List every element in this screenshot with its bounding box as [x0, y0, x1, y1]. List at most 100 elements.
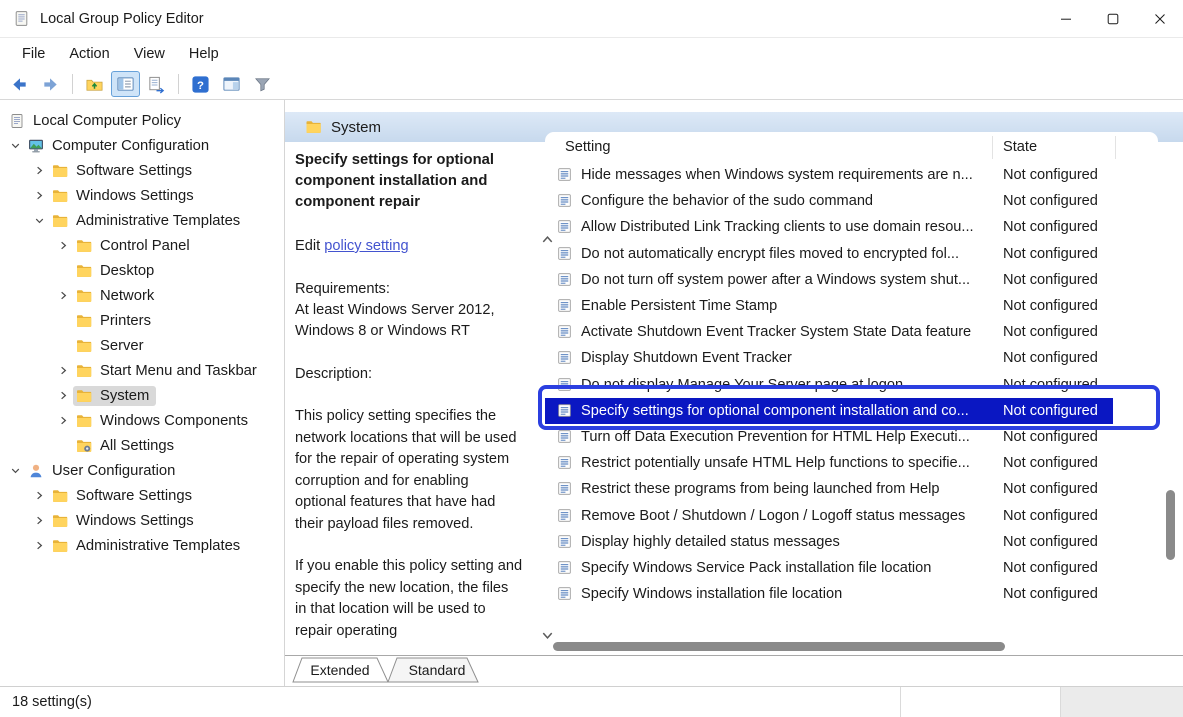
user-icon — [28, 463, 45, 479]
tree-item-system[interactable]: System — [0, 383, 284, 408]
back-button[interactable] — [5, 71, 34, 97]
tree-node[interactable]: Windows Settings — [49, 186, 201, 206]
column-divider[interactable] — [1115, 136, 1116, 159]
policy-row[interactable]: Allow Distributed Link Tracking clients … — [545, 214, 1158, 240]
tree-node[interactable]: Start Menu and Taskbar — [73, 361, 264, 381]
scroll-up-icon[interactable] — [540, 232, 555, 247]
tree-node[interactable]: Server — [73, 336, 151, 356]
tree-item-software-settings[interactable]: Software Settings — [0, 158, 284, 183]
policy-icon — [557, 508, 573, 524]
tree-node[interactable]: Desktop — [73, 261, 161, 281]
scroll-down-icon[interactable] — [540, 628, 555, 643]
chevron-expanded-icon[interactable] — [30, 213, 49, 229]
policy-row[interactable]: Hide messages when Windows system requir… — [545, 162, 1158, 188]
show-console-tree-button[interactable] — [111, 71, 140, 97]
tree-node[interactable]: Printers — [73, 311, 158, 331]
tree-node[interactable]: All Settings — [73, 436, 181, 456]
policy-row[interactable]: Do not automatically encrypt files moved… — [545, 241, 1158, 267]
close-button[interactable] — [1136, 0, 1183, 37]
policy-row[interactable]: Specify Windows installation file locati… — [545, 581, 1158, 607]
up-one-level-button[interactable] — [80, 71, 109, 97]
tree-node[interactable]: Control Panel — [73, 236, 197, 256]
tree-node[interactable]: Software Settings — [49, 486, 199, 506]
policy-row[interactable]: Activate Shutdown Event Tracker System S… — [545, 319, 1158, 345]
chevron-expanded-icon[interactable] — [6, 138, 25, 154]
tree-item-network[interactable]: Network — [0, 283, 284, 308]
tree-node[interactable]: Administrative Templates — [49, 211, 247, 231]
show-action-pane-button[interactable] — [217, 71, 246, 97]
tree-node[interactable]: Administrative Templates — [49, 536, 247, 556]
tree-item-software-settings[interactable]: Software Settings — [0, 483, 284, 508]
column-header-state[interactable]: State — [1003, 139, 1037, 155]
policy-row[interactable]: Configure the behavior of the sudo comma… — [545, 188, 1158, 214]
policy-row[interactable]: Do not display Manage Your Server page a… — [545, 372, 1158, 398]
column-divider[interactable] — [992, 136, 993, 159]
tree-node[interactable]: System — [73, 386, 156, 406]
chevron-expanded-icon[interactable] — [6, 463, 25, 479]
maximize-button[interactable] — [1089, 0, 1136, 37]
tree-item-windows-settings[interactable]: Windows Settings — [0, 508, 284, 533]
tree-item-windows-components[interactable]: Windows Components — [0, 408, 284, 433]
tab-standard-label[interactable]: Standard — [409, 662, 466, 678]
tree-item-start-menu-and-taskbar[interactable]: Start Menu and Taskbar — [0, 358, 284, 383]
tree-node[interactable]: Computer Configuration — [25, 136, 216, 156]
chevron-collapsed-icon[interactable] — [54, 388, 73, 404]
policy-row[interactable]: Remove Boot / Shutdown / Logon / Logoff … — [545, 502, 1158, 528]
chevron-collapsed-icon[interactable] — [54, 288, 73, 304]
chevron-collapsed-icon[interactable] — [30, 513, 49, 529]
tab-extended-label[interactable]: Extended — [310, 662, 369, 678]
filter-button[interactable] — [248, 71, 277, 97]
chevron-collapsed-icon[interactable] — [54, 413, 73, 429]
vertical-scrollbar-thumb[interactable] — [1166, 490, 1175, 560]
tree-item-server[interactable]: Server — [0, 333, 284, 358]
policy-state: Not configured — [1003, 167, 1098, 183]
tree-item-computer-configuration[interactable]: Computer Configuration — [0, 133, 284, 158]
policy-row[interactable]: Turn off Data Execution Prevention for H… — [545, 424, 1158, 450]
tree-node[interactable]: Network — [73, 286, 161, 306]
forward-button[interactable] — [36, 71, 65, 97]
policy-state: Not configured — [1003, 377, 1098, 393]
chevron-collapsed-icon[interactable] — [30, 163, 49, 179]
chevron-collapsed-icon[interactable] — [30, 488, 49, 504]
menu-file[interactable]: File — [10, 42, 57, 66]
tree-item-windows-settings[interactable]: Windows Settings — [0, 183, 284, 208]
menu-action[interactable]: Action — [57, 42, 121, 66]
chevron-collapsed-icon[interactable] — [30, 188, 49, 204]
help-button[interactable]: ? — [186, 71, 215, 97]
tree-item-administrative-templates[interactable]: Administrative Templates — [0, 208, 284, 233]
main-area: Local Computer Policy Computer Configurat… — [0, 100, 1183, 686]
tree-node[interactable]: Windows Settings — [49, 511, 201, 531]
tree-item-printers[interactable]: Printers — [0, 308, 284, 333]
policy-row[interactable]: Specify Windows Service Pack installatio… — [545, 555, 1158, 581]
tree-item-user-configuration[interactable]: User Configuration — [0, 458, 284, 483]
policy-row[interactable]: Restrict potentially unsafe HTML Help fu… — [545, 450, 1158, 476]
tree-node[interactable]: User Configuration — [25, 461, 182, 481]
policy-setting-name: Activate Shutdown Event Tracker System S… — [581, 324, 971, 340]
tree-item-control-panel[interactable]: Control Panel — [0, 233, 284, 258]
policy-row[interactable]: Do not turn off system power after a Win… — [545, 267, 1158, 293]
tree-item-label: Control Panel — [100, 238, 190, 254]
tree-item-all-settings[interactable]: All Settings — [0, 433, 284, 458]
chevron-spacer — [54, 438, 73, 454]
policy-row[interactable]: Restrict these programs from being launc… — [545, 476, 1158, 502]
policy-state: Not configured — [1003, 429, 1098, 445]
tree-node[interactable]: Windows Components — [73, 411, 255, 431]
tree-item-desktop[interactable]: Desktop — [0, 258, 284, 283]
tree-node[interactable]: Software Settings — [49, 161, 199, 181]
tree-item-local-computer-policy[interactable]: Local Computer Policy — [0, 108, 284, 133]
chevron-collapsed-icon[interactable] — [30, 538, 49, 554]
horizontal-scrollbar-thumb[interactable] — [553, 642, 1005, 651]
menu-help[interactable]: Help — [177, 42, 231, 66]
tree-item-administrative-templates[interactable]: Administrative Templates — [0, 533, 284, 558]
edit-policy-setting-link[interactable]: policy setting — [324, 238, 408, 254]
policy-row[interactable]: Display Shutdown Event TrackerNot config… — [545, 345, 1158, 371]
export-list-button[interactable] — [142, 71, 171, 97]
chevron-collapsed-icon[interactable] — [54, 363, 73, 379]
policy-row[interactable]: Display highly detailed status messagesN… — [545, 529, 1158, 555]
chevron-collapsed-icon[interactable] — [54, 238, 73, 254]
menu-view[interactable]: View — [122, 42, 177, 66]
minimize-button[interactable] — [1042, 0, 1089, 37]
policy-row[interactable]: Specify settings for optional component … — [545, 398, 1158, 424]
policy-row[interactable]: Enable Persistent Time StampNot configur… — [545, 293, 1158, 319]
tree-node[interactable]: Local Computer Policy — [6, 111, 188, 131]
